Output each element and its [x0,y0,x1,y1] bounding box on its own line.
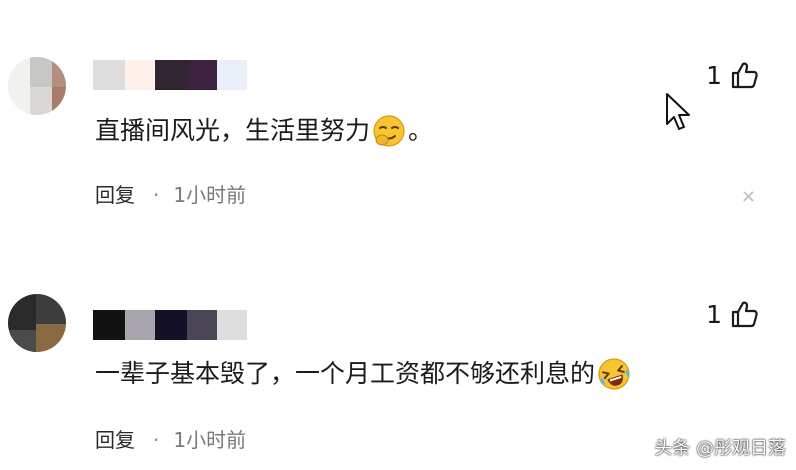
comment-text: 直播间风光，生活里努力 。 [95,114,433,148]
comment-tail: 。 [408,116,434,145]
thumbs-up-icon [731,301,758,328]
avatar[interactable] [8,294,66,352]
like-count: 1 [706,299,722,329]
laugh-cry-emoji-icon [598,358,630,390]
like-button[interactable]: 1 [706,60,760,90]
comment-time: 1小时前 [173,183,247,207]
avatar[interactable] [8,57,66,115]
comment-meta: 回复 · 1小时前 [95,181,246,209]
like-count: 1 [706,60,722,90]
comment-body: 一辈子基本毁了，一个月工资都不够还利息的 [95,359,596,388]
close-icon[interactable]: × [741,186,756,207]
reply-button[interactable]: 回复 [95,426,135,454]
watermark: 头条 @彤观日落 [654,438,786,459]
comment-list: 直播间风光，生活里努力 。 回复 · 1小时前 1 × 一辈子基本毁了，一个月工… [0,0,796,470]
comment-item: 直播间风光，生活里努力 。 回复 · 1小时前 1 × [0,0,796,240]
username-redacted[interactable] [93,310,247,340]
meta-separator: · [153,428,160,452]
username-redacted[interactable] [93,60,247,90]
reply-button[interactable]: 回复 [95,181,135,209]
comment-text: 一辈子基本毁了，一个月工资都不够还利息的 [95,357,633,391]
comment-body: 直播间风光，生活里努力 [95,116,371,145]
smirk-emoji-icon [373,115,405,147]
thumbs-up-icon [731,62,758,89]
comment-meta: 回复 · 1小时前 [95,426,246,454]
mouse-cursor-icon [666,93,690,130]
like-button[interactable]: 1 [706,299,760,329]
meta-separator: · [153,183,160,207]
comment-time: 1小时前 [173,428,247,452]
